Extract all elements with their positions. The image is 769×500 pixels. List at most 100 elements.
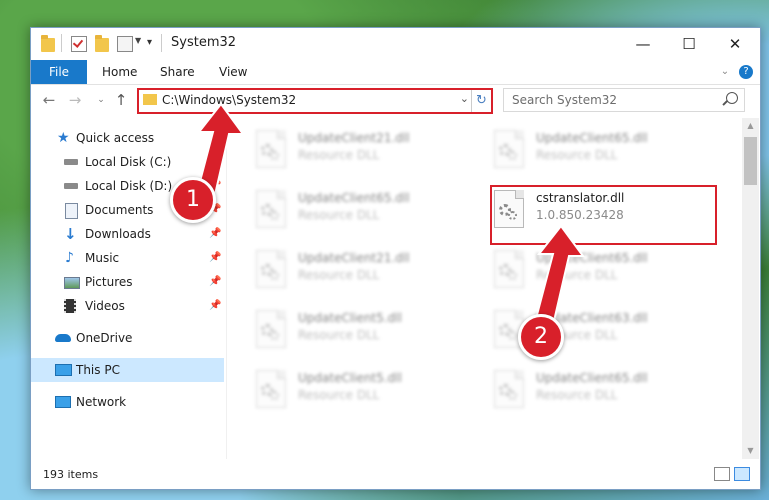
scroll-up-icon[interactable]: ▲ — [742, 118, 759, 134]
sidebar-item-pictures[interactable]: Pictures 📌 — [31, 270, 224, 294]
pictures-icon — [64, 277, 80, 289]
file-description: Resource DLL — [298, 268, 380, 282]
folder-icon — [143, 94, 157, 105]
item-count: 193 items — [43, 468, 99, 481]
quick-access-toolbar-dropdown-icon[interactable]: ▾ — [147, 37, 152, 48]
file-tile[interactable]: UpdateClient65.dll Resource DLL — [491, 128, 711, 178]
file-name: UpdateClient21.dll — [298, 251, 410, 265]
file-tile[interactable]: UpdateClient21.dll Resource DLL — [253, 248, 473, 298]
file-list: UpdateClient21.dll Resource DLL UpdateCl… — [228, 118, 742, 459]
vertical-scrollbar[interactable]: ▲ ▼ — [742, 118, 759, 459]
large-icons-view-icon[interactable] — [734, 467, 750, 481]
refresh-icon[interactable]: ↻ — [471, 90, 491, 112]
maximize-button[interactable]: ☐ — [666, 28, 712, 60]
file-name: UpdateClient21.dll — [298, 131, 410, 145]
sidebar-item-onedrive[interactable]: OneDrive — [31, 326, 224, 350]
back-arrow-icon[interactable]: ← — [41, 91, 57, 109]
dll-file-icon — [253, 370, 287, 410]
separator — [161, 34, 162, 52]
sidebar-item-label: Videos — [85, 299, 125, 313]
close-button[interactable]: ✕ — [712, 28, 758, 60]
sidebar-item-label: Quick access — [76, 131, 155, 145]
file-tile[interactable]: UpdateClient65.dll Resource DLL — [491, 248, 711, 298]
search-icon[interactable] — [726, 92, 738, 104]
file-name: UpdateClient65.dll — [298, 191, 410, 205]
search-placeholder: Search System32 — [512, 93, 618, 107]
scroll-down-icon[interactable]: ▼ — [742, 443, 759, 459]
file-explorer-window: ▼ ▾ System32 — ☐ ✕ File Home Share View … — [30, 27, 761, 490]
sidebar-item-label: Pictures — [85, 275, 133, 289]
music-icon: ♪ — [65, 250, 74, 266]
cloud-icon — [55, 334, 71, 342]
file-name: UpdateClient65.dll — [536, 131, 648, 145]
dll-file-icon — [253, 310, 287, 350]
document-icon — [65, 203, 78, 219]
sidebar-item-label: This PC — [76, 363, 120, 377]
sidebar-item-music[interactable]: ♪ Music 📌 — [31, 246, 224, 270]
ribbon-tabs: File Home Share View ⌄ ? — [31, 60, 760, 85]
recent-locations-chevron-icon[interactable]: ⌄ — [93, 91, 109, 109]
video-icon — [64, 299, 76, 313]
sidebar-item-this-pc[interactable]: This PC — [31, 358, 224, 382]
pin-icon[interactable]: 📌 — [209, 270, 221, 294]
file-description: Resource DLL — [298, 328, 380, 342]
download-icon: ↓ — [64, 225, 77, 243]
step2-badge: 2 — [518, 314, 564, 360]
tab-share[interactable]: Share — [160, 60, 195, 84]
chevron-down-icon[interactable]: ▼ — [135, 36, 141, 45]
file-description: Resource DLL — [298, 148, 380, 162]
file-tile[interactable]: UpdateClient5.dll Resource DLL — [253, 308, 473, 358]
sidebar-item-label: Local Disk (D:) — [85, 179, 173, 193]
star-icon: ★ — [57, 130, 70, 146]
dll-file-icon — [491, 250, 525, 290]
new-folder-icon[interactable] — [95, 35, 109, 52]
sidebar-item-label: OneDrive — [76, 331, 133, 345]
tab-home[interactable]: Home — [102, 60, 137, 84]
pin-icon[interactable]: 📌 — [209, 222, 221, 246]
folder-icon — [41, 35, 55, 52]
step1-badge: 1 — [170, 177, 216, 223]
title-bar: ▼ ▾ System32 — ☐ ✕ — [31, 28, 760, 60]
file-description: Resource DLL — [298, 208, 380, 222]
separator — [61, 34, 62, 52]
sidebar-item-downloads[interactable]: ↓ Downloads 📌 — [31, 222, 224, 246]
chevron-down-icon[interactable]: ⌄ — [460, 92, 469, 105]
file-tile[interactable]: UpdateClient65.dll Resource DLL — [253, 188, 473, 238]
dll-file-icon — [491, 370, 525, 410]
address-row: ← → ⌄ ↑ C:\Windows\System32 ⌄ ↻ Search S… — [31, 85, 760, 115]
sidebar-item-label: Local Disk (C:) — [85, 155, 172, 169]
chevron-down-icon[interactable]: ⌄ — [718, 65, 732, 79]
tab-view[interactable]: View — [219, 60, 247, 84]
forward-arrow-icon[interactable]: → — [67, 91, 83, 109]
file-name: UpdateClient5.dll — [298, 371, 402, 385]
properties-icon[interactable] — [71, 36, 87, 52]
file-description: Resource DLL — [536, 388, 618, 402]
file-name: UpdateClient5.dll — [298, 311, 402, 325]
scrollbar-thumb[interactable] — [744, 137, 757, 185]
sidebar-item-videos[interactable]: Videos 📌 — [31, 294, 224, 318]
search-input[interactable]: Search System32 — [503, 88, 745, 112]
pin-icon[interactable]: 📌 — [209, 246, 221, 270]
dll-file-icon — [253, 190, 287, 230]
file-description: Resource DLL — [536, 148, 618, 162]
sidebar-item-label: Documents — [85, 203, 154, 217]
sidebar-item-label: Downloads — [85, 227, 151, 241]
file-tile[interactable]: UpdateClient5.dll Resource DLL — [253, 368, 473, 418]
pin-icon[interactable]: 📌 — [209, 294, 221, 318]
file-tile[interactable]: UpdateClient21.dll Resource DLL — [253, 128, 473, 178]
sidebar-item-network[interactable]: Network — [31, 390, 224, 414]
file-description: Resource DLL — [298, 388, 380, 402]
dll-file-icon — [491, 130, 525, 170]
details-view-icon[interactable] — [714, 467, 730, 481]
help-icon[interactable]: ? — [739, 65, 753, 79]
drive-icon — [64, 159, 78, 165]
minimize-button[interactable]: — — [620, 28, 666, 60]
status-bar: 193 items — [31, 459, 760, 489]
customize-icon[interactable] — [117, 36, 133, 52]
file-tile[interactable]: UpdateClient65.dll Resource DLL — [491, 368, 711, 418]
drive-icon — [64, 183, 78, 189]
dll-file-icon — [253, 250, 287, 290]
tab-file[interactable]: File — [31, 60, 87, 84]
up-arrow-icon[interactable]: ↑ — [113, 91, 129, 109]
window-title: System32 — [171, 35, 237, 50]
